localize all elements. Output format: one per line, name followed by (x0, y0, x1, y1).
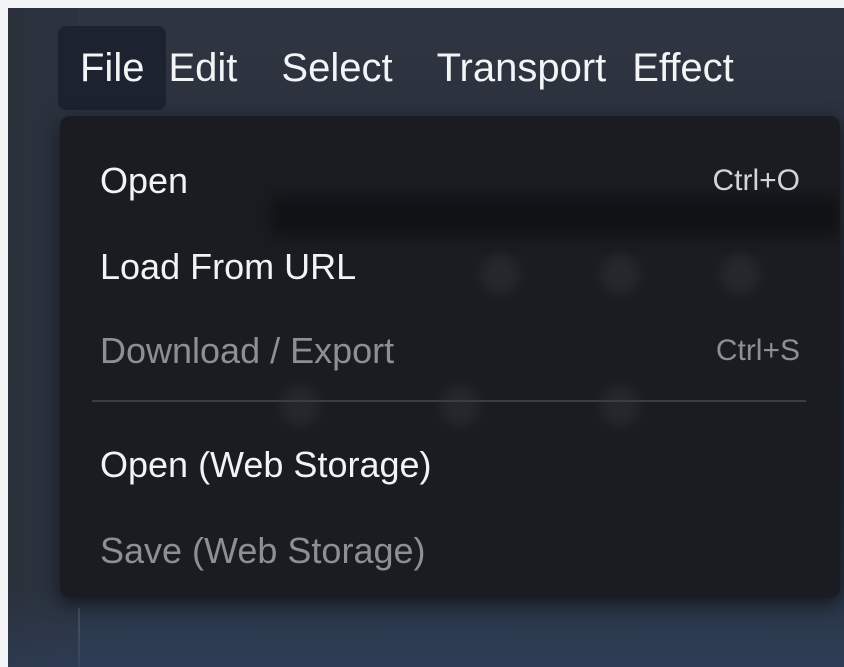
menu-item-label: Open (100, 160, 189, 201)
menu-item-open-web-storage[interactable]: Open (Web Storage) (60, 422, 840, 508)
menu-item-open[interactable]: Open Ctrl+O (60, 138, 840, 224)
menu-item-label: Open (Web Storage) (100, 444, 432, 485)
background-glow (8, 587, 844, 667)
menu-bar: File Edit Select Transport Effect (58, 26, 756, 110)
app-window: File Edit Select Transport Effect Open C… (8, 8, 844, 667)
menu-transport[interactable]: Transport (415, 26, 629, 110)
file-menu-dropdown: Open Ctrl+O Load From URL Download / Exp… (60, 116, 840, 598)
menu-item-download-export[interactable]: Download / Export Ctrl+S (60, 308, 840, 394)
menu-separator (92, 400, 806, 402)
menu-item-label: Save (Web Storage) (100, 530, 426, 571)
menu-item-load-from-url[interactable]: Load From URL (60, 224, 840, 310)
menu-item-save-web-storage[interactable]: Save (Web Storage) (60, 508, 840, 594)
menu-edit[interactable]: Edit (166, 26, 259, 110)
menu-file[interactable]: File (58, 26, 167, 110)
menu-item-label: Load From URL (100, 246, 357, 287)
menu-effect[interactable]: Effect (628, 26, 756, 110)
menu-select[interactable]: Select (259, 26, 414, 110)
menu-item-shortcut: Ctrl+O (712, 164, 800, 197)
menu-item-label: Download / Export (100, 330, 395, 371)
menu-item-shortcut: Ctrl+S (715, 334, 800, 367)
